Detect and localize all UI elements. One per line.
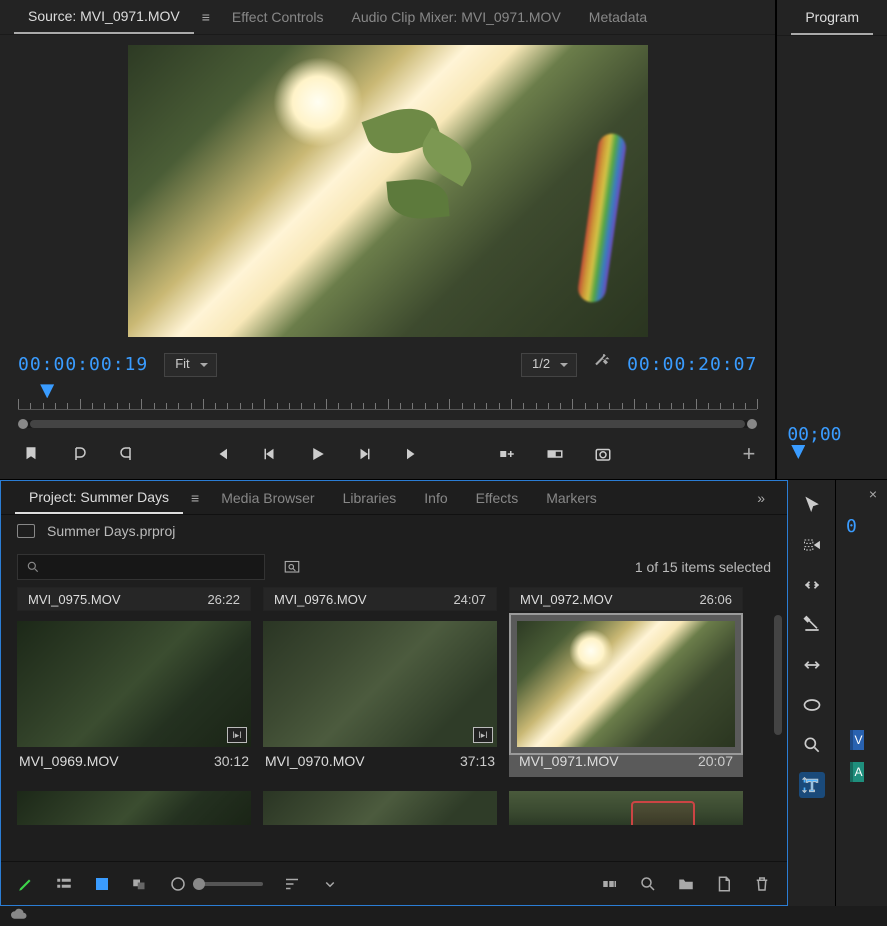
button-editor-icon[interactable]: + xyxy=(742,441,755,467)
clip-item[interactable] xyxy=(263,785,497,829)
program-time-ruler[interactable] xyxy=(787,449,877,479)
source-monitor-panel: Source: MVI_0971.MOV ≡ Effect Controls A… xyxy=(0,0,777,479)
grid-scrollbar[interactable] xyxy=(774,615,782,735)
project-filename: Summer Days.prproj xyxy=(47,523,175,539)
project-panel: Project: Summer Days ≡ Media Browser Lib… xyxy=(0,480,788,906)
tab-effect-controls[interactable]: Effect Controls xyxy=(218,1,338,33)
clip-thumbnail[interactable]: I▸I xyxy=(263,621,497,747)
add-marker-button[interactable] xyxy=(20,443,42,465)
clip-thumbnail[interactable] xyxy=(17,791,251,825)
app-footer xyxy=(0,906,887,926)
new-item-button[interactable] xyxy=(715,875,733,893)
go-to-in-button[interactable] xyxy=(210,443,232,465)
source-monitor-viewport[interactable] xyxy=(0,35,775,347)
in-out-marker-icon: I▸I xyxy=(227,727,247,743)
project-panel-menu-icon[interactable]: ≡ xyxy=(183,490,207,506)
icon-view-button[interactable] xyxy=(93,875,111,893)
clip-item[interactable]: I▸I MVI_0970.MOV37:13 xyxy=(263,615,497,777)
step-forward-button[interactable] xyxy=(354,443,376,465)
freeform-view-button[interactable] xyxy=(131,875,149,893)
close-icon[interactable]: × xyxy=(869,486,877,502)
write-mode-icon[interactable] xyxy=(17,875,35,893)
source-tabs: Source: MVI_0971.MOV ≡ Effect Controls A… xyxy=(0,0,775,35)
pen-tool[interactable] xyxy=(799,692,825,718)
video-track-header[interactable]: V xyxy=(850,730,864,750)
source-scrollbar[interactable] xyxy=(18,420,757,428)
project-search-input[interactable] xyxy=(17,554,265,580)
delete-button[interactable] xyxy=(753,875,771,893)
zoom-slider[interactable] xyxy=(169,875,263,893)
source-video-frame xyxy=(128,45,648,337)
project-bin-icon xyxy=(17,524,35,538)
mark-out-button[interactable] xyxy=(116,443,138,465)
clip-thumbnail[interactable]: I▸I xyxy=(17,621,251,747)
tab-metadata[interactable]: Metadata xyxy=(575,1,661,33)
clip-label[interactable]: MVI_0975.MOV26:22 xyxy=(17,587,251,611)
clip-thumbnail[interactable] xyxy=(263,791,497,825)
tab-program[interactable]: Program xyxy=(791,1,873,35)
tab-info[interactable]: Info xyxy=(410,483,461,513)
overflow-chevron-icon[interactable]: » xyxy=(749,490,773,506)
sequence-timecode[interactable]: 0 xyxy=(836,508,887,545)
tab-libraries[interactable]: Libraries xyxy=(329,483,411,513)
mark-in-button[interactable] xyxy=(68,443,90,465)
new-bin-button[interactable] xyxy=(677,875,695,893)
project-thumbnail-grid[interactable]: MVI_0975.MOV26:22 MVI_0976.MOV24:07 MVI_… xyxy=(1,587,787,861)
tab-effects[interactable]: Effects xyxy=(462,483,533,513)
insert-button[interactable] xyxy=(496,443,518,465)
creative-cloud-icon[interactable] xyxy=(10,908,28,925)
selection-status: 1 of 15 items selected xyxy=(635,559,771,575)
clip-item[interactable]: I▸I MVI_0969.MOV30:12 xyxy=(17,615,251,777)
automate-sequence-button[interactable] xyxy=(601,875,619,893)
zoom-fit-select[interactable]: Fit xyxy=(164,353,216,377)
export-frame-button[interactable] xyxy=(592,443,614,465)
play-button[interactable] xyxy=(306,443,328,465)
list-view-button[interactable] xyxy=(55,875,73,893)
source-duration-timecode: 00:00:20:07 xyxy=(627,354,757,375)
go-to-out-button[interactable] xyxy=(402,443,424,465)
sequence-panel: × 0 V A xyxy=(836,480,887,906)
tab-project[interactable]: Project: Summer Days xyxy=(15,482,183,514)
playhead-indicator[interactable] xyxy=(40,384,54,398)
program-monitor-panel: Program 00;00 xyxy=(777,0,887,479)
clip-item[interactable] xyxy=(509,785,743,829)
settings-wrench-icon[interactable] xyxy=(593,354,611,375)
clip-label[interactable]: MVI_0972.MOV26:06 xyxy=(509,587,743,611)
razor-tool[interactable] xyxy=(799,612,825,638)
project-footer-toolbar xyxy=(1,861,787,905)
overwrite-button[interactable] xyxy=(544,443,566,465)
step-back-button[interactable] xyxy=(258,443,280,465)
find-button[interactable] xyxy=(639,875,657,893)
clip-label[interactable]: MVI_0976.MOV24:07 xyxy=(263,587,497,611)
resolution-select[interactable]: 1/2 xyxy=(521,353,577,377)
program-playhead[interactable] xyxy=(791,445,805,459)
panel-menu-icon[interactable]: ≡ xyxy=(194,9,218,25)
slip-tool[interactable] xyxy=(799,652,825,678)
track-select-tool[interactable] xyxy=(799,532,825,558)
clip-item-selected[interactable]: MVI_0971.MOV20:07 xyxy=(509,615,743,777)
clip-item[interactable] xyxy=(17,785,251,829)
source-playback-controls: + xyxy=(0,428,775,479)
source-time-ruler[interactable] xyxy=(0,382,775,428)
new-search-bin-icon[interactable] xyxy=(283,557,301,578)
ripple-edit-tool[interactable] xyxy=(799,572,825,598)
tab-source[interactable]: Source: MVI_0971.MOV xyxy=(14,0,194,34)
clip-thumbnail[interactable] xyxy=(509,791,743,825)
hand-tool[interactable] xyxy=(799,732,825,758)
in-out-marker-icon: I▸I xyxy=(473,727,493,743)
audio-track-header[interactable]: A xyxy=(850,762,864,782)
search-field[interactable] xyxy=(46,559,256,576)
sort-button[interactable] xyxy=(283,875,301,893)
source-playhead-timecode[interactable]: 00:00:00:19 xyxy=(18,354,148,375)
selection-tool[interactable] xyxy=(799,492,825,518)
type-tool[interactable] xyxy=(799,772,825,798)
clip-thumbnail[interactable] xyxy=(517,621,735,747)
sort-order-chevron-icon[interactable] xyxy=(321,875,339,893)
program-timecode[interactable]: 00;00 xyxy=(777,420,887,449)
tab-media-browser[interactable]: Media Browser xyxy=(207,483,328,513)
timeline-tool-rail xyxy=(788,480,836,906)
tab-markers[interactable]: Markers xyxy=(532,483,611,513)
tab-audio-clip-mixer[interactable]: Audio Clip Mixer: MVI_0971.MOV xyxy=(337,1,574,33)
